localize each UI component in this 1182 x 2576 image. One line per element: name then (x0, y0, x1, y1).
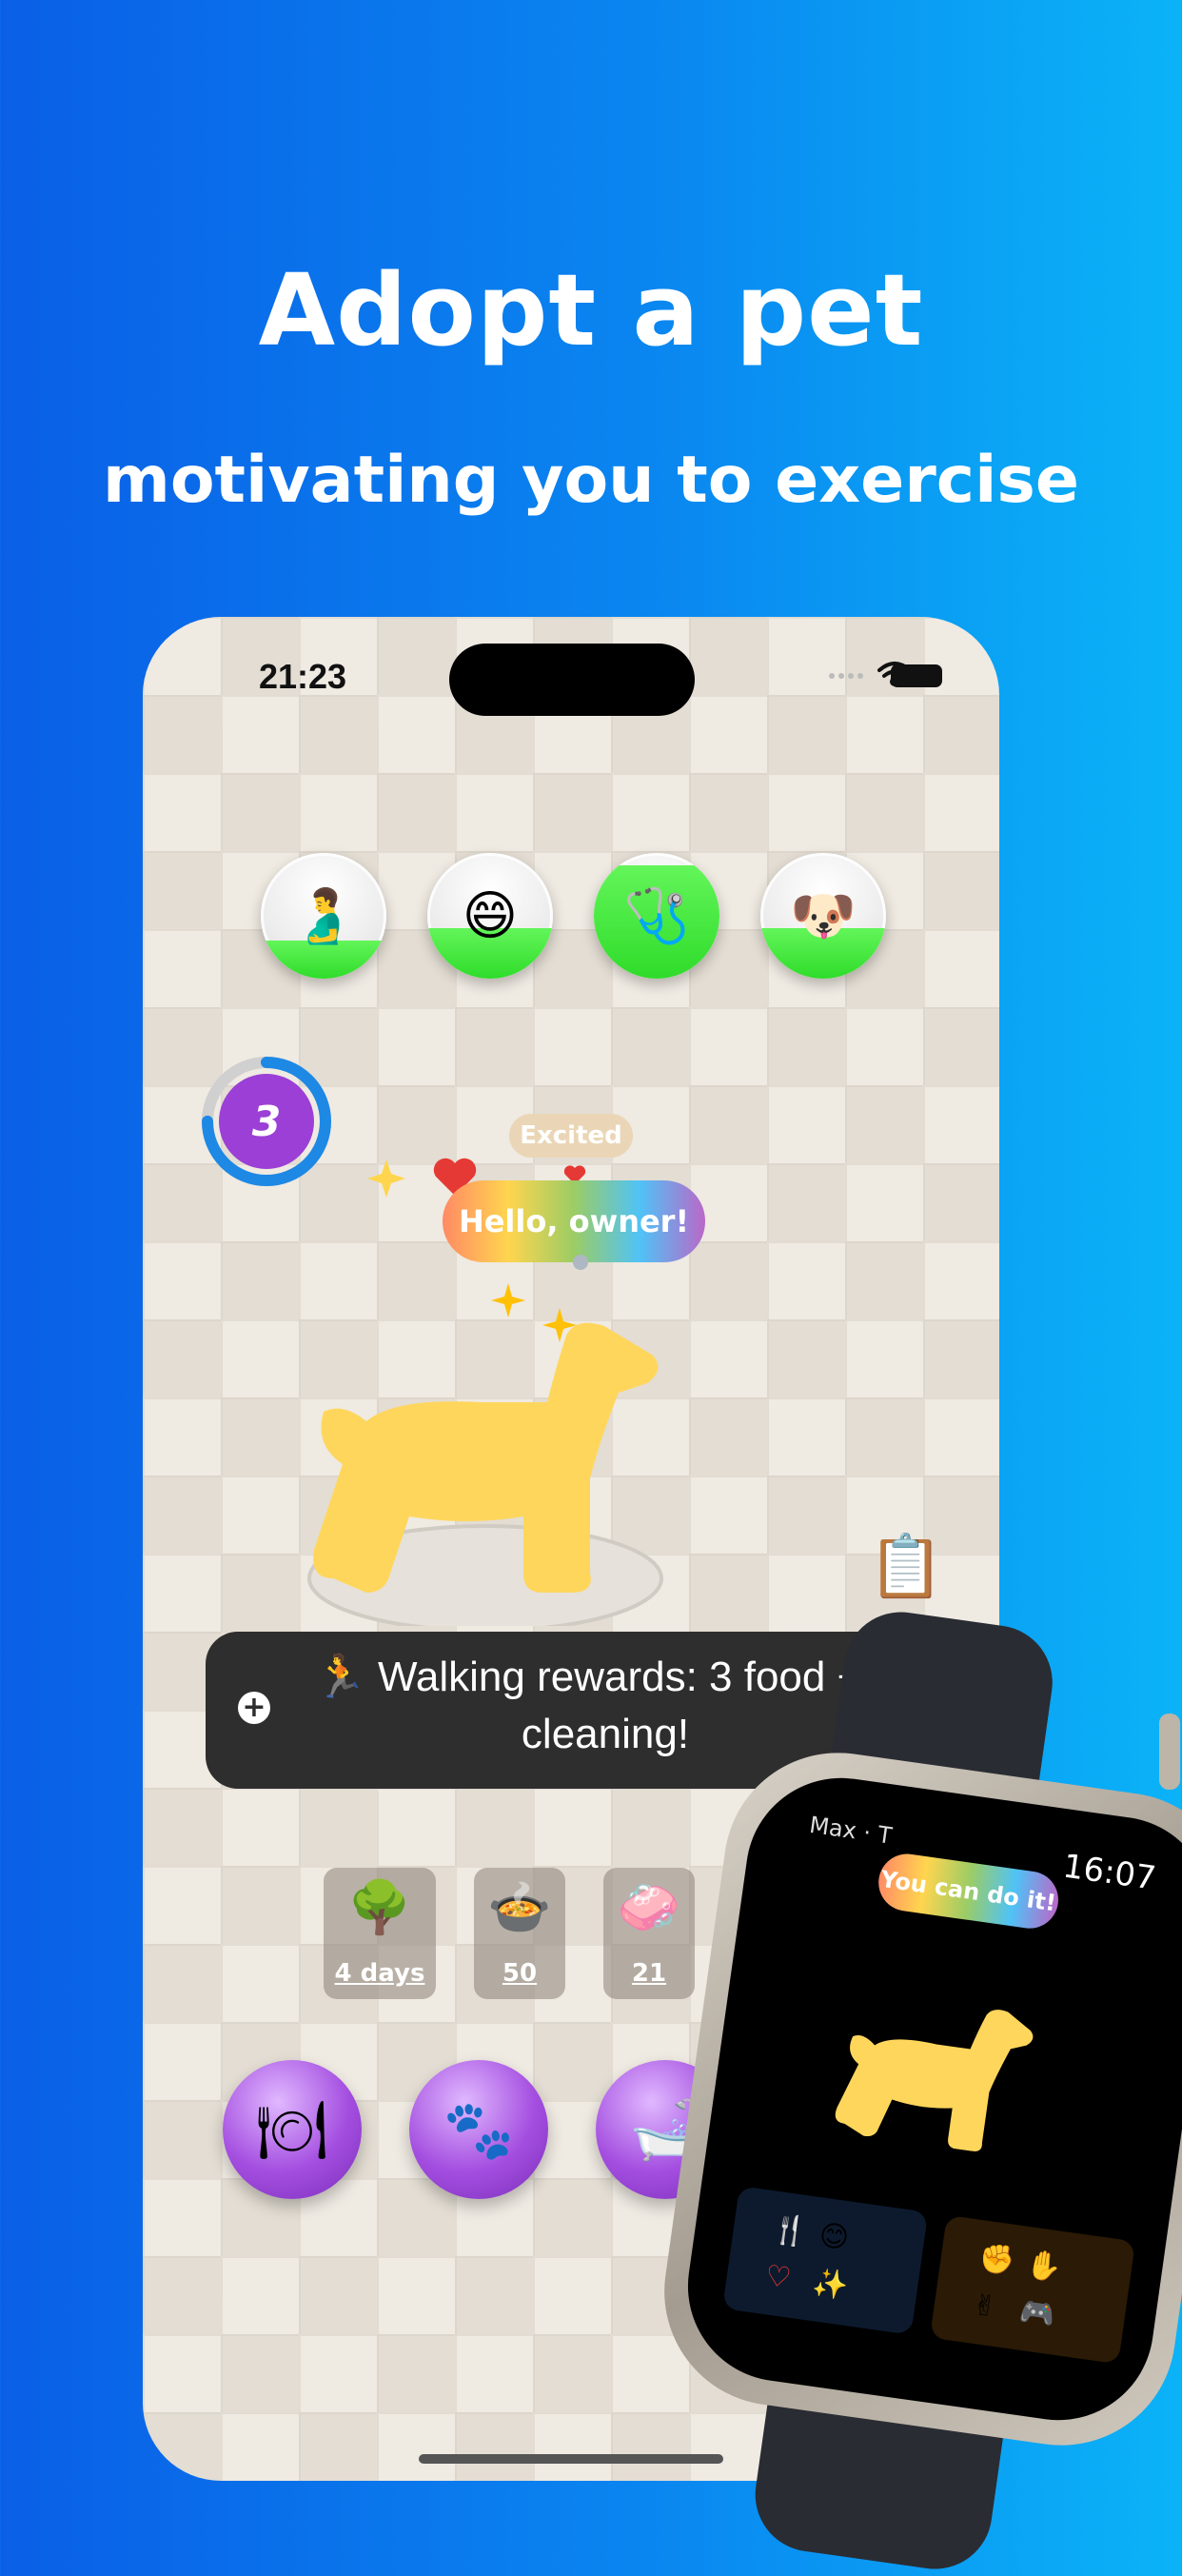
gamepad-icon: 🎮 (1017, 2294, 1058, 2333)
stat-health[interactable]: 🩺 (594, 853, 719, 979)
workout-clipboard-icon[interactable]: 📋 (868, 1531, 944, 1602)
watch-screen: Max · T 16:07 You can do it! 🍴 😊 ♡ ✨ ✊ ✋… (675, 1765, 1182, 2433)
dynamic-island (449, 644, 695, 716)
watch-time: 16:07 (1060, 1847, 1159, 1898)
signal-dots-icon (829, 673, 863, 679)
soap-icon: 🧼 (617, 1877, 681, 1937)
battery-icon (891, 664, 942, 687)
watch-play-card[interactable]: ✊ ✋ ✌ 🎮 (929, 2214, 1136, 2365)
stomach-icon: 🫃 (290, 885, 357, 947)
watch-encouragement: You can do it! (875, 1850, 1062, 1932)
stat-happiness[interactable]: 😄 (427, 853, 553, 979)
watch-owner: Max · T (807, 1811, 894, 1850)
smile-icon: 😄 (462, 884, 519, 947)
fist-icon: ✊ (976, 2241, 1017, 2279)
food-count: 50 (502, 1959, 538, 1988)
headline: Adopt a pet (258, 252, 924, 368)
streak-value: 4 days (334, 1959, 425, 1988)
hand-icon: ✋ (1024, 2248, 1065, 2286)
fork-knife-icon: 🍴 (769, 2211, 810, 2250)
sparkle-icon: ✨ (810, 2265, 851, 2304)
digital-crown[interactable] (1159, 1714, 1180, 1790)
resource-soap[interactable]: 🧼 21 (603, 1868, 695, 1999)
feed-button[interactable]: 🍽 (223, 2060, 362, 2199)
sparkle-icon (367, 1159, 405, 1198)
peace-icon: ✌ (970, 2288, 999, 2325)
resource-food[interactable]: 🍲 50 (474, 1868, 565, 1999)
sparkle-icon (491, 1283, 525, 1318)
stethoscope-icon: 🩺 (623, 885, 690, 947)
food-bowl-icon: 🍲 (487, 1877, 552, 1937)
heart-icon: ♡ (762, 2259, 794, 2296)
toast-message: Walking rewards: 3 food + 1 cleaning! (378, 1654, 896, 1757)
watch-care-card[interactable]: 🍴 😊 ♡ ✨ (722, 2186, 929, 2335)
tree-icon: 🌳 (347, 1877, 412, 1937)
pet-dog[interactable] (295, 1226, 695, 1626)
pet-button[interactable]: 🐾 (409, 2060, 548, 2199)
level-number: 3 (251, 1097, 282, 1146)
resource-streak[interactable]: 🌳 4 days (324, 1868, 436, 1999)
pet-icon: 🐾 (443, 2096, 515, 2164)
home-indicator[interactable] (419, 2454, 723, 2464)
plus-circle-icon[interactable]: + (238, 1692, 270, 1724)
status-time: 21:23 (259, 657, 347, 696)
stat-cleanliness[interactable]: 🐶 (760, 853, 886, 979)
stat-hunger[interactable]: 🫃 (261, 853, 386, 979)
clean-dog-icon: 🐶 (790, 885, 857, 947)
status-icons (829, 662, 942, 687)
soap-count: 21 (631, 1959, 667, 1988)
smile-icon: 😊 (817, 2218, 852, 2256)
runner-icon: 🏃 (313, 1654, 366, 1700)
feed-icon: 🍽 (255, 2096, 329, 2164)
subheadline: motivating you to exercise (102, 443, 1080, 518)
watch-dog-icon[interactable] (824, 1942, 1076, 2162)
